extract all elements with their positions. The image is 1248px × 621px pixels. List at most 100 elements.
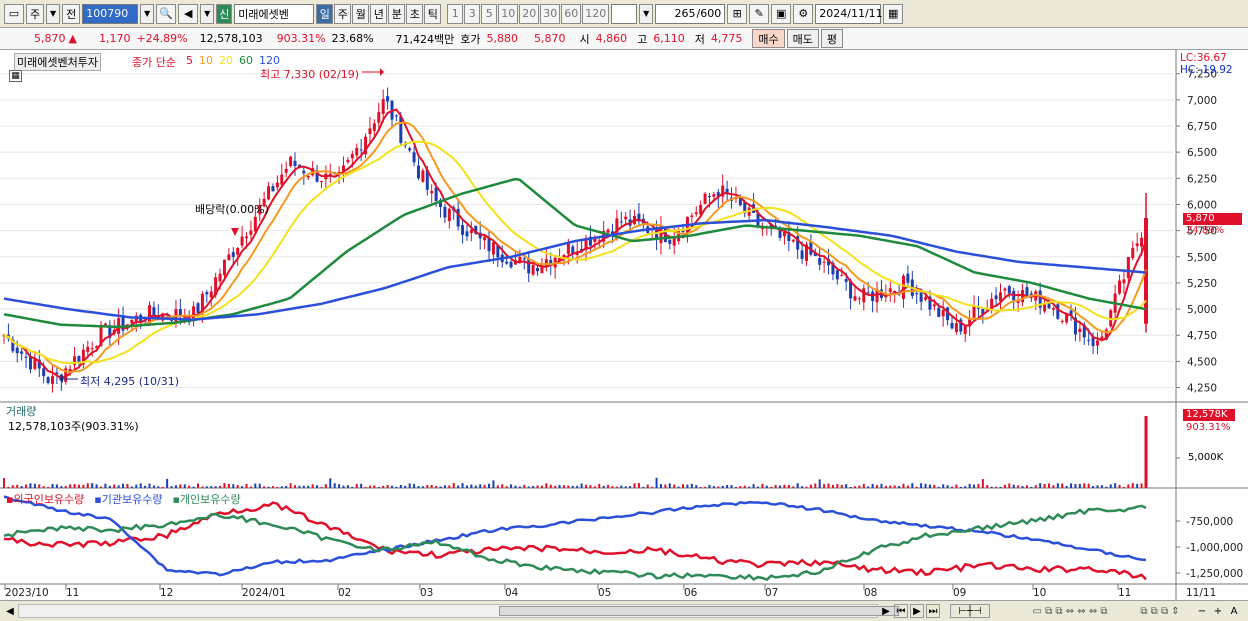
candle-body [346,159,350,163]
volume-bar [426,485,429,488]
speaker-dropdown-icon[interactable]: ▼ [200,3,215,24]
interval-button[interactable]: 3 [464,3,481,24]
volume-bar [320,486,323,488]
scroll-right-icon[interactable]: ▶ [880,604,892,618]
interval-button[interactable]: 60 [561,3,582,24]
zoom-in-icon[interactable]: + [1212,604,1224,618]
interval-dropdown-icon[interactable]: ▼ [639,3,654,24]
volume-bar [928,484,931,488]
interval-button[interactable]: 30 [540,3,561,24]
volume-bar [809,484,812,488]
volume-bar [942,484,945,488]
candle-body [289,156,293,167]
eval-button[interactable]: 평 [820,29,844,48]
volume-bar [91,483,94,488]
high-price: 6,110 [653,32,685,45]
first-page-icon[interactable]: ⏮ [894,604,908,618]
candle-body [866,292,870,294]
volume-bar [836,483,839,488]
candle-body [522,258,526,260]
volume-title: 거래량 [6,405,37,418]
period-button[interactable]: 일 [316,3,334,24]
scroll-thumb[interactable] [499,606,899,616]
volume-bar [183,484,186,488]
ma-label: 종가 단순 [132,56,176,69]
save-icon[interactable]: ▣ [771,3,792,24]
volume-bar [170,486,173,488]
period-button[interactable]: 틱 [424,3,442,24]
volume-bar [42,486,45,488]
period-button[interactable]: 주 [334,3,352,24]
candle-body [275,182,279,188]
zoom-slider[interactable]: ⊢┼⊣ [950,604,990,618]
calendar-icon[interactable]: ▦ [883,3,904,24]
period-button[interactable]: 월 [352,3,370,24]
quote-bar: 5,870 ▲ 1,170 +24.89% 12,578,103 903.31%… [0,28,1248,50]
volume-bar [126,483,129,488]
chart-area[interactable]: 7,250 7,000 6,750 6,500 6,250 6,000 5,750 5,500… [0,50,1248,600]
period-button[interactable]: 초 [406,3,424,24]
holding-tick-label: -1,000,000 [1186,542,1243,554]
volume-bar [977,483,980,488]
price-tick-label: 6,250 [1187,173,1217,185]
volume-bar [139,483,142,488]
volume-bar [157,486,160,488]
interval-button[interactable]: 5 [481,3,498,24]
candle-body [941,309,945,317]
volume-bar [906,485,909,488]
zoom-out-icon[interactable]: − [1196,604,1208,618]
candle-body [954,323,958,332]
volume-bar [38,484,41,488]
speaker-icon[interactable]: ◀ [178,3,199,24]
search-icon[interactable]: 🔍 [156,3,177,24]
volume-bar [16,484,19,488]
interval-button[interactable]: 1 [447,3,464,24]
interval-button[interactable]: 10 [498,3,519,24]
volume-bar [1074,484,1077,488]
interval-button[interactable]: 20 [519,3,540,24]
candle-body [822,261,826,263]
volume-bar [1114,483,1117,488]
stock-name-field[interactable]: 미래에셋벤 [234,3,315,24]
market-select[interactable]: 전 [62,3,81,24]
scroll-left-icon[interactable]: ◀ [4,604,16,618]
volume-bar [611,486,614,488]
interval-input[interactable] [611,3,638,24]
period-type-select[interactable]: 주 [26,3,45,24]
x-tick-label: 2024/01 [242,587,286,599]
volume-bar [554,485,557,488]
table-icon[interactable]: ▦ [9,70,22,82]
volume-bar [25,484,28,488]
buy-button[interactable]: 매수 [752,29,785,48]
window-icon[interactable]: ▭ [4,3,24,24]
date-input[interactable]: 2024/11/11 [815,3,883,24]
draw-icons[interactable]: ⧉ ⧉ ⧉ ⇕ [1130,604,1190,618]
candle-body [103,323,107,326]
draw-tool-icon[interactable]: ✎ [749,3,770,24]
interval-button[interactable]: 120 [582,3,610,24]
volume-bar [249,486,252,488]
play-icon[interactable]: ▶ [910,604,924,618]
chevron-down-icon[interactable]: ▼ [46,3,61,24]
volume-bar [457,485,460,488]
stock-code-input[interactable]: 100790 [82,3,139,24]
font-size-icon[interactable]: A [1228,604,1240,618]
volume-bar [324,484,327,488]
sell-button[interactable]: 매도 [786,29,819,48]
volume-bar [241,486,244,488]
tool-icons[interactable]: ▭ ⧉ ⧉ ⇔ ⇔ ⇔ ⧉ [1020,604,1120,618]
scroll-track[interactable] [18,604,899,618]
last-page-icon[interactable]: ⏭ [926,604,940,618]
period-button[interactable]: 분 [388,3,406,24]
volume-bar [607,484,610,488]
ma120-line [3,219,1147,321]
crosshair-icon[interactable]: ⊞ [727,3,748,24]
volume-bar [1039,483,1042,488]
volume-bar [620,485,623,488]
period-button[interactable]: 년 [370,3,388,24]
volume-bar [673,484,676,488]
gear-icon[interactable]: ⚙ [793,3,814,24]
count-field[interactable]: 265/600 [655,3,726,24]
code-dropdown-icon[interactable]: ▼ [140,3,155,24]
volume-bar [179,484,182,488]
